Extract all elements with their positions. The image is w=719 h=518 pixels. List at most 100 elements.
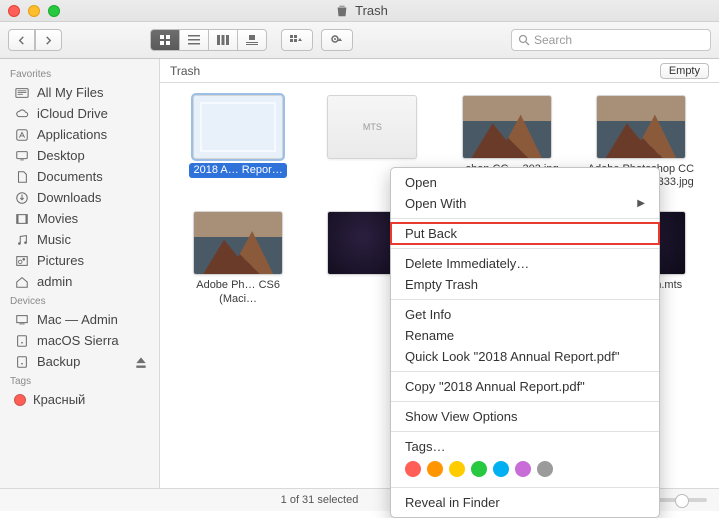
action-button[interactable] (321, 29, 353, 51)
tag-color-button[interactable] (471, 461, 487, 477)
tag-red-icon (14, 394, 26, 406)
tag-color-button[interactable] (427, 461, 443, 477)
menu-item[interactable]: Quick Look "2018 Annual Report.pdf" (391, 346, 659, 367)
file-thumbnail (193, 211, 283, 275)
menu-item[interactable]: Delete Immediately… (391, 253, 659, 274)
sidebar-item-label: Music (37, 232, 71, 247)
location-label: Trash (170, 64, 200, 78)
sidebar-item[interactable]: Mac — Admin (0, 309, 159, 330)
menu-item-label: Reveal in Finder (405, 495, 500, 510)
minimize-window-button[interactable] (28, 5, 40, 17)
submenu-arrow-icon: ▶ (637, 198, 645, 209)
sidebar-item[interactable]: Movies (0, 208, 159, 229)
menu-item[interactable]: Empty Trash (391, 274, 659, 295)
music-icon (14, 233, 30, 247)
path-bar: Trash Empty (160, 59, 719, 83)
content-area: Trash Empty 2018 A… Repor…MTS…shop CC …3… (160, 59, 719, 488)
menu-separator (391, 248, 659, 249)
menu-item-label: Quick Look "2018 Annual Report.pdf" (405, 349, 619, 364)
file-item[interactable]: Adobe Ph… CS6 (Maci… (178, 211, 298, 305)
file-item[interactable]: 2018 A… Repor… (178, 95, 298, 189)
sidebar-item[interactable]: Applications (0, 124, 159, 145)
file-thumbnail (462, 95, 552, 159)
menu-item-label: Get Info (405, 307, 451, 322)
pictures-icon (14, 254, 30, 268)
eject-icon[interactable] (133, 355, 149, 369)
menu-item[interactable]: Rename (391, 325, 659, 346)
window-title: Trash (60, 3, 663, 18)
menu-separator (391, 401, 659, 402)
sidebar-item-label: macOS Sierra (37, 333, 119, 348)
file-thumbnail (193, 95, 283, 159)
sidebar-section-header: Tags (0, 372, 159, 389)
menu-item[interactable]: Show View Options (391, 406, 659, 427)
list-view-button[interactable] (180, 29, 209, 51)
menu-separator (391, 431, 659, 432)
tag-color-button[interactable] (515, 461, 531, 477)
sidebar-item-label: Applications (37, 127, 107, 142)
menu-item[interactable]: Get Info (391, 304, 659, 325)
menu-item-label: Put Back (405, 226, 457, 241)
menu-item-label: Open With (405, 196, 466, 211)
sidebar-item-label: Pictures (37, 253, 84, 268)
file-label: Adobe Ph… CS6 (Maci… (178, 279, 298, 305)
arrange-button[interactable] (281, 29, 313, 51)
app-icon (14, 128, 30, 142)
all-files-icon (14, 86, 30, 100)
sidebar-item[interactable]: Music (0, 229, 159, 250)
menu-item[interactable]: Copy "2018 Annual Report.pdf" (391, 376, 659, 397)
menu-item-label: Rename (405, 328, 454, 343)
column-view-button[interactable] (209, 29, 238, 51)
search-field[interactable]: Search (511, 29, 711, 51)
sidebar-item[interactable]: Backup (0, 351, 159, 372)
sidebar-item[interactable]: Documents (0, 166, 159, 187)
tag-color-button[interactable] (493, 461, 509, 477)
tag-color-button[interactable] (449, 461, 465, 477)
computer-icon (14, 313, 30, 327)
forward-button[interactable] (35, 29, 62, 51)
sidebar-item-label: Movies (37, 211, 78, 226)
window-controls (8, 5, 60, 17)
back-button[interactable] (8, 29, 35, 51)
menu-item[interactable]: Reveal in Finder (391, 492, 659, 513)
sidebar-section-header: Favorites (0, 65, 159, 82)
menu-item[interactable]: Tags… (391, 436, 659, 457)
sidebar-item[interactable]: admin (0, 271, 159, 292)
menu-separator (391, 371, 659, 372)
sidebar-section-header: Devices (0, 292, 159, 309)
sidebar-item[interactable]: Красный (0, 389, 159, 410)
menu-item-label: Copy "2018 Annual Report.pdf" (405, 379, 585, 394)
menu-item[interactable]: Put Back (391, 223, 659, 244)
menu-item-label: Delete Immediately… (405, 256, 529, 271)
context-menu: Open Open With ▶ Put Back Delete Immediately… (390, 167, 660, 518)
menu-item-label: Show View Options (405, 409, 518, 424)
sidebar-item-label: Mac — Admin (37, 312, 118, 327)
trash-icon (335, 4, 349, 18)
tag-color-button[interactable] (405, 461, 421, 477)
movies-icon (14, 212, 30, 226)
sidebar-item[interactable]: iCloud Drive (0, 103, 159, 124)
home-icon (14, 275, 30, 289)
empty-trash-button[interactable]: Empty (660, 63, 709, 79)
menu-item[interactable]: Open With ▶ (391, 193, 659, 214)
sidebar-item[interactable]: Downloads (0, 187, 159, 208)
menu-item[interactable]: Open (391, 172, 659, 193)
coverflow-view-button[interactable] (238, 29, 267, 51)
menu-item-label: Tags… (405, 439, 445, 454)
sidebar-item-label: iCloud Drive (37, 106, 108, 121)
cloud-icon (14, 107, 30, 121)
sidebar-item[interactable]: All My Files (0, 82, 159, 103)
tag-color-button[interactable] (537, 461, 553, 477)
close-window-button[interactable] (8, 5, 20, 17)
search-placeholder: Search (534, 33, 704, 47)
menu-separator (391, 299, 659, 300)
icon-view-button[interactable] (150, 29, 180, 51)
sidebar-item[interactable]: macOS Sierra (0, 330, 159, 351)
sidebar-item[interactable]: Desktop (0, 145, 159, 166)
sidebar-item[interactable]: Pictures (0, 250, 159, 271)
menu-tags-row (391, 457, 659, 483)
zoom-window-button[interactable] (48, 5, 60, 17)
sidebar: FavoritesAll My Files iCloud Drive Applica… (0, 59, 160, 488)
disk-icon (14, 355, 30, 369)
menu-item-label: Empty Trash (405, 277, 478, 292)
